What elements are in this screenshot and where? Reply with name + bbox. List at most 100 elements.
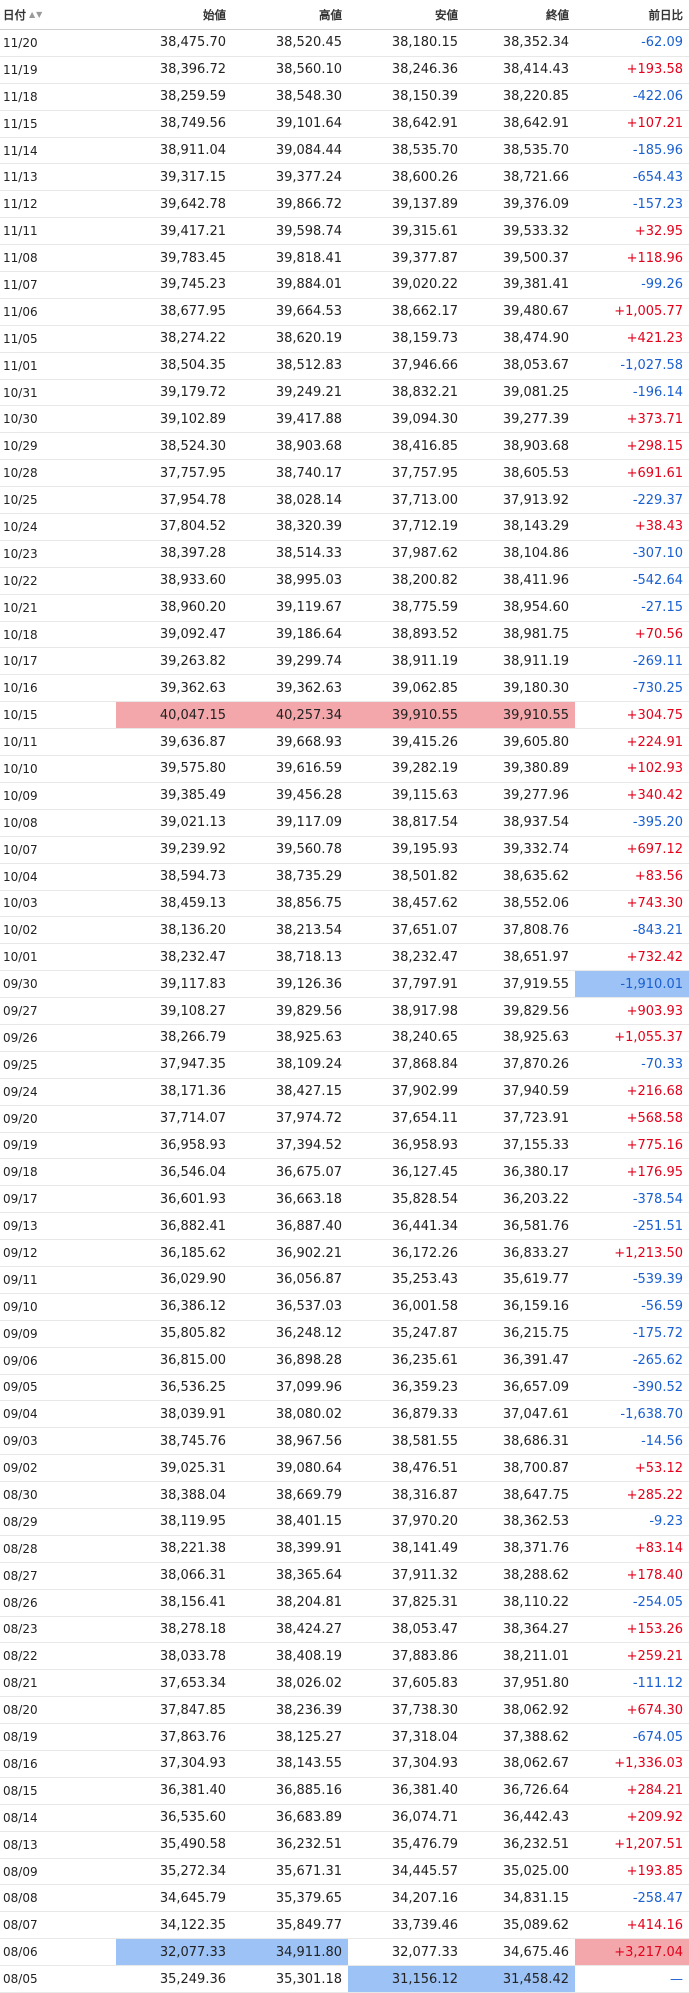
table-row: 09/26 38,266.79 38,925.63 38,240.65 38,925.6… bbox=[0, 1025, 689, 1052]
cell-change: +118.96 bbox=[626, 250, 683, 266]
cell-date: 10/31 bbox=[3, 385, 38, 400]
cell-date: 08/20 bbox=[3, 1703, 38, 1718]
cell-low: 35,253.43 bbox=[391, 1272, 458, 1288]
cell-change: +1,336.03 bbox=[614, 1756, 683, 1772]
cell-low: 36,235.61 bbox=[391, 1353, 458, 1369]
table-row: 10/21 38,960.20 39,119.67 38,775.59 38,954.6… bbox=[0, 595, 689, 622]
cell-high: 39,299.74 bbox=[275, 653, 342, 669]
sort-icon[interactable]: ▲▼ bbox=[29, 10, 43, 19]
cell-open: 37,847.85 bbox=[159, 1702, 226, 1718]
cell-high: 38,143.55 bbox=[275, 1756, 342, 1772]
cell-open: 35,490.58 bbox=[159, 1837, 226, 1853]
table-row: 08/16 37,304.93 38,143.55 37,304.93 38,062.6… bbox=[0, 1751, 689, 1778]
cell-change: +284.21 bbox=[626, 1783, 683, 1799]
table-row: 11/05 38,274.22 38,620.19 38,159.73 38,474.9… bbox=[0, 326, 689, 353]
cell-change: -843.21 bbox=[632, 922, 683, 938]
cell-high: 36,537.03 bbox=[275, 1299, 342, 1315]
cell-high: 39,186.64 bbox=[275, 627, 342, 643]
table-row: 08/22 38,033.78 38,408.19 37,883.86 38,211.0… bbox=[0, 1643, 689, 1671]
table-row: 08/06 32,077.33 34,911.80 32,077.33 34,675.4… bbox=[0, 1939, 689, 1967]
cell-date: 10/08 bbox=[3, 815, 38, 830]
cell-high: 39,829.56 bbox=[275, 1003, 342, 1019]
cell-close: 36,726.64 bbox=[502, 1783, 569, 1799]
cell-open: 38,524.30 bbox=[159, 438, 226, 454]
cell-high: 35,301.18 bbox=[275, 1971, 342, 1987]
cell-date: 11/12 bbox=[3, 197, 38, 212]
cell-open: 38,397.28 bbox=[159, 546, 226, 562]
cell-date: 11/05 bbox=[3, 331, 38, 346]
cell-high: 39,884.01 bbox=[275, 277, 342, 293]
cell-close: 38,414.43 bbox=[502, 62, 569, 78]
cell-open: 36,958.93 bbox=[159, 1137, 226, 1153]
cell-open: 36,882.41 bbox=[159, 1218, 226, 1234]
cell-open: 39,025.31 bbox=[159, 1460, 226, 1476]
cell-open: 38,396.72 bbox=[159, 62, 226, 78]
cell-change: +285.22 bbox=[626, 1487, 683, 1503]
cell-change: -1,027.58 bbox=[620, 358, 683, 374]
table-row: 08/29 38,119.95 38,401.15 37,970.20 38,362.5… bbox=[0, 1509, 689, 1536]
cell-high: 39,126.36 bbox=[275, 976, 342, 992]
cell-low: 39,910.55 bbox=[348, 702, 464, 729]
cell-change: +414.16 bbox=[626, 1917, 683, 1933]
cell-low: 37,911.32 bbox=[391, 1568, 458, 1584]
cell-open: 38,594.73 bbox=[159, 869, 226, 885]
cell-date: 08/06 bbox=[3, 1945, 38, 1960]
cell-date: 09/25 bbox=[3, 1057, 38, 1072]
table-row: 09/27 39,108.27 39,829.56 38,917.98 39,829.5… bbox=[0, 998, 689, 1025]
cell-change: -258.47 bbox=[632, 1890, 683, 1906]
header-date[interactable]: 日付 ▲▼ bbox=[0, 0, 116, 29]
header-change: 前日比 bbox=[648, 7, 684, 22]
cell-change: +176.95 bbox=[626, 1164, 683, 1180]
cell-open: 38,136.20 bbox=[159, 922, 226, 938]
cell-open: 36,029.90 bbox=[159, 1272, 226, 1288]
cell-close: 39,605.80 bbox=[502, 734, 569, 750]
cell-low: 36,879.33 bbox=[391, 1406, 458, 1422]
cell-high: 36,232.51 bbox=[275, 1837, 342, 1853]
table-row: 11/14 38,911.04 39,084.44 38,535.70 38,535.7… bbox=[0, 138, 689, 165]
cell-change: -185.96 bbox=[632, 143, 683, 158]
table-row: 11/07 39,745.23 39,884.01 39,020.22 39,381.4… bbox=[0, 272, 689, 299]
cell-change: — bbox=[670, 1971, 683, 1987]
cell-low: 31,156.12 bbox=[348, 1966, 464, 1993]
cell-change: +732.42 bbox=[626, 949, 683, 965]
cell-close: 39,081.25 bbox=[502, 385, 569, 401]
sort-desc-icon[interactable]: ▼ bbox=[36, 10, 43, 19]
cell-date: 11/01 bbox=[3, 358, 38, 373]
cell-high: 39,818.41 bbox=[275, 250, 342, 266]
table-row: 10/08 39,021.13 39,117.09 38,817.54 38,937.5… bbox=[0, 810, 689, 837]
table-row: 10/30 39,102.89 39,417.88 39,094.30 39,277.3… bbox=[0, 406, 689, 434]
table-row: 10/23 38,397.28 38,514.33 37,987.62 38,104.8… bbox=[0, 541, 689, 568]
table-row: 11/01 38,504.35 38,512.83 37,946.66 38,053.6… bbox=[0, 353, 689, 380]
cell-date: 10/22 bbox=[3, 573, 38, 588]
cell-date: 10/16 bbox=[3, 681, 38, 696]
table-row: 11/20 38,475.70 38,520.45 38,180.15 38,352.3… bbox=[0, 30, 689, 57]
cell-change: +224.91 bbox=[626, 734, 683, 750]
cell-low: 38,476.51 bbox=[391, 1460, 458, 1476]
cell-open: 36,185.62 bbox=[159, 1245, 226, 1261]
cell-close: 35,089.62 bbox=[502, 1917, 569, 1933]
cell-high: 39,080.64 bbox=[275, 1460, 342, 1476]
cell-change: +209.92 bbox=[626, 1810, 683, 1826]
table-row: 09/13 36,882.41 36,887.40 36,441.34 36,581.7… bbox=[0, 1213, 689, 1241]
cell-date: 10/15 bbox=[3, 708, 38, 723]
table-row: 10/18 39,092.47 39,186.64 38,893.52 38,981.7… bbox=[0, 622, 689, 649]
cell-low: 36,001.58 bbox=[391, 1299, 458, 1315]
cell-close: 38,911.19 bbox=[502, 653, 569, 669]
table-row: 09/10 36,386.12 36,537.03 36,001.58 36,159.1… bbox=[0, 1294, 689, 1321]
cell-close: 31,458.42 bbox=[464, 1966, 575, 1993]
cell-close: 36,442.43 bbox=[502, 1810, 569, 1826]
cell-change: +216.68 bbox=[626, 1084, 683, 1100]
cell-close: 34,831.15 bbox=[502, 1890, 569, 1906]
cell-low: 36,381.40 bbox=[391, 1783, 458, 1799]
cell-change: +775.16 bbox=[626, 1137, 683, 1153]
cell-open: 34,122.35 bbox=[159, 1917, 226, 1933]
cell-high: 39,668.93 bbox=[275, 734, 342, 750]
cell-high: 36,902.21 bbox=[275, 1245, 342, 1261]
cell-open: 37,863.76 bbox=[159, 1729, 226, 1745]
cell-date: 09/04 bbox=[3, 1407, 38, 1422]
cell-change: -99.26 bbox=[641, 277, 683, 293]
cell-date: 09/11 bbox=[3, 1272, 38, 1287]
cell-low: 35,828.54 bbox=[391, 1191, 458, 1207]
cell-high: 38,125.27 bbox=[275, 1729, 342, 1745]
table-row: 10/31 39,179.72 39,249.21 38,832.21 39,081.2… bbox=[0, 380, 689, 407]
